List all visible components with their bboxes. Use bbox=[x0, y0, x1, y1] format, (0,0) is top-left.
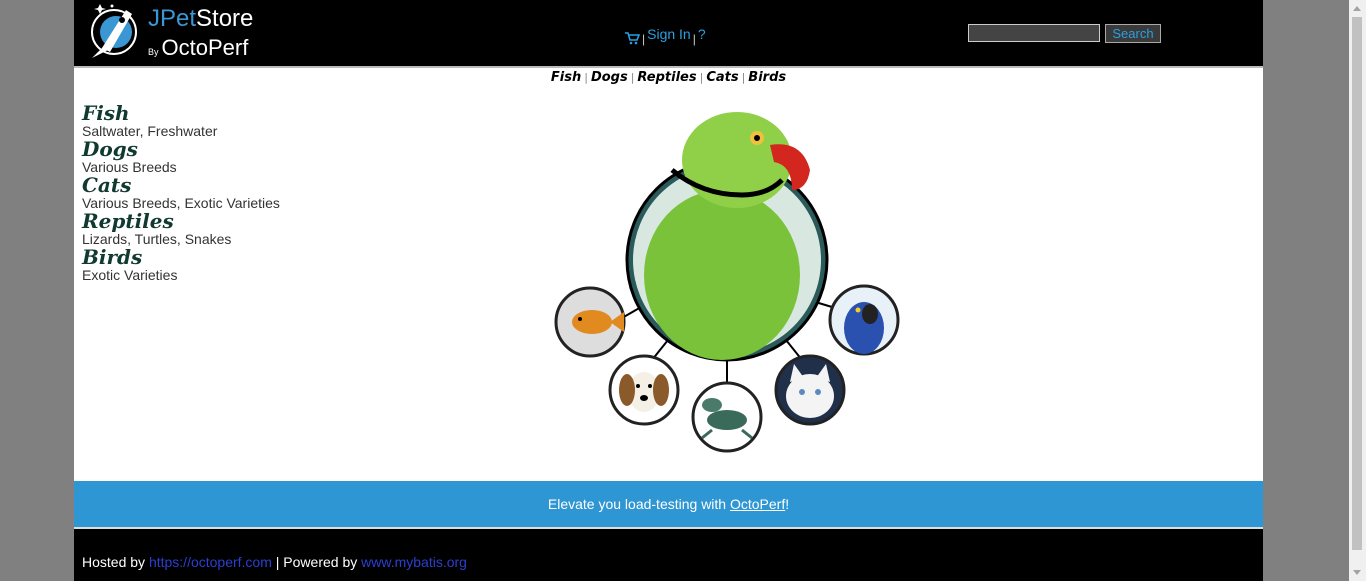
category-link-reptiles[interactable]: Reptiles bbox=[82, 211, 280, 231]
cats-hotspot[interactable] bbox=[774, 354, 846, 426]
quick-links: Fish | Dogs | Reptiles | Cats | Birds bbox=[74, 70, 1263, 85]
sidebar-item-cats: Cats Various Breeds, Exotic Varieties bbox=[82, 175, 280, 211]
shopping-cart-icon[interactable] bbox=[624, 31, 641, 48]
splash-image-map bbox=[552, 100, 902, 460]
scroll-down-icon[interactable] bbox=[1353, 570, 1361, 575]
sidebar: Fish Saltwater, Freshwater Dogs Various … bbox=[82, 103, 280, 283]
footer: Hosted by https://octoperf.com | Powered… bbox=[74, 529, 1263, 581]
quicklink-birds[interactable]: Birds bbox=[748, 70, 786, 85]
promo-suffix: ! bbox=[785, 496, 790, 512]
search-button[interactable]: Search bbox=[1105, 24, 1161, 43]
quicklink-separator: | bbox=[699, 71, 704, 84]
scroll-thumb[interactable] bbox=[1352, 17, 1362, 550]
reptiles-hotspot[interactable] bbox=[691, 381, 763, 453]
powered-by-label: | Powered by bbox=[271, 554, 362, 570]
sidebar-item-dogs: Dogs Various Breeds bbox=[82, 139, 280, 175]
search-input[interactable] bbox=[968, 24, 1100, 42]
sidebar-item-reptiles: Reptiles Lizards, Turtles, Snakes bbox=[82, 211, 280, 247]
category-link-dogs[interactable]: Dogs bbox=[82, 139, 280, 159]
vertical-scrollbar[interactable] bbox=[1349, 0, 1366, 581]
hosted-link[interactable]: https://octoperf.com bbox=[149, 554, 272, 570]
fish-hotspot[interactable] bbox=[554, 286, 626, 358]
quicklink-separator: | bbox=[741, 71, 746, 84]
sidebar-item-birds: Birds Exotic Varieties bbox=[82, 247, 280, 283]
birds-macaw-hotspot[interactable] bbox=[828, 284, 900, 356]
category-link-birds[interactable]: Birds bbox=[82, 247, 280, 267]
hosted-by-label: Hosted by bbox=[82, 554, 149, 570]
powered-link[interactable]: www.mybatis.org bbox=[361, 554, 467, 570]
header: JPetStore By OctoPerf | Sign In |? Search bbox=[74, 0, 1263, 68]
promo-banner: Elevate you load-testing with OctoPerf! bbox=[74, 481, 1263, 527]
category-link-cats[interactable]: Cats bbox=[82, 175, 280, 195]
promo-text: Elevate you load-testing with bbox=[547, 496, 730, 512]
help-link[interactable]: ? bbox=[698, 26, 706, 42]
category-description: Exotic Varieties bbox=[82, 267, 178, 283]
quicklink-separator: | bbox=[630, 71, 635, 84]
logo-title: JPetStore bbox=[148, 5, 254, 32]
quicklink-separator: | bbox=[584, 71, 588, 84]
sidebar-item-fish: Fish Saltwater, Freshwater bbox=[82, 103, 280, 139]
page: JPetStore By OctoPerf | Sign In |? Search F… bbox=[74, 0, 1263, 581]
header-menu: | Sign In |? bbox=[624, 25, 706, 46]
category-link-fish[interactable]: Fish bbox=[82, 103, 280, 123]
scroll-up-icon[interactable] bbox=[1353, 6, 1361, 11]
quicklink-fish[interactable]: Fish bbox=[551, 70, 581, 85]
octoperf-link[interactable]: OctoPerf bbox=[730, 496, 785, 512]
logo[interactable]: JPetStore By OctoPerf bbox=[82, 2, 262, 62]
sign-in-link[interactable]: Sign In bbox=[647, 26, 691, 42]
menu-separator: | bbox=[692, 32, 696, 46]
menu-separator: | bbox=[642, 32, 646, 46]
rocket-logo-icon bbox=[91, 4, 137, 58]
quicklink-dogs[interactable]: Dogs bbox=[591, 70, 628, 85]
quicklink-cats[interactable]: Cats bbox=[706, 70, 738, 85]
birds-hotspot[interactable] bbox=[625, 112, 829, 362]
dogs-hotspot[interactable] bbox=[608, 354, 680, 426]
footer-text: Hosted by https://octoperf.com | Powered… bbox=[82, 554, 467, 570]
quicklink-reptiles[interactable]: Reptiles bbox=[637, 70, 696, 85]
logo-brand: By OctoPerf bbox=[148, 35, 249, 60]
